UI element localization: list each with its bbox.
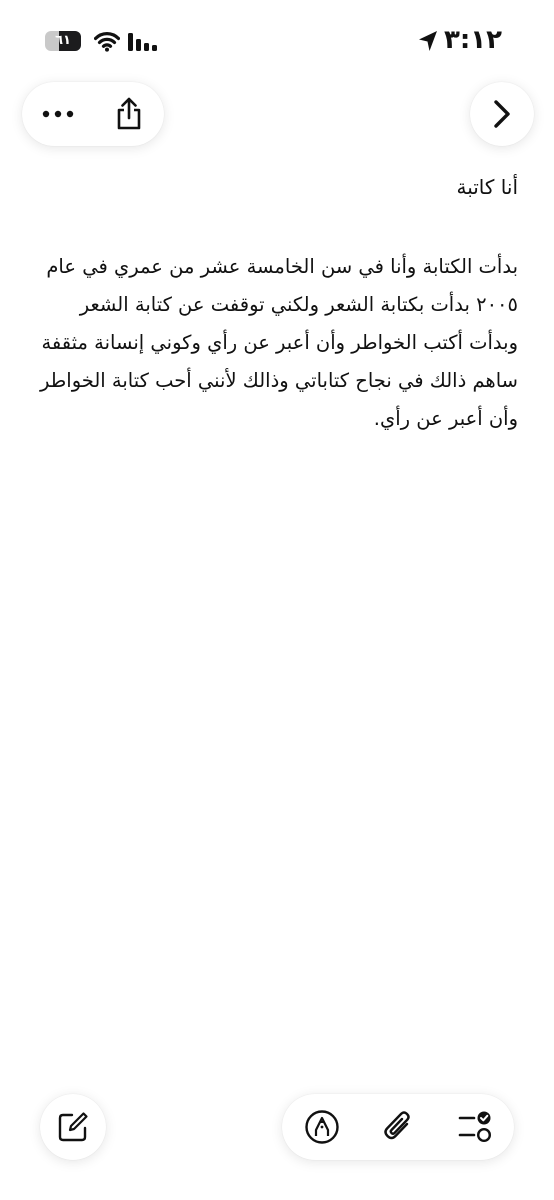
note-body[interactable]: بدأت الكتابة وأنا في سن الخامسة عشر من ع…: [28, 248, 518, 438]
status-time: ٣:١٢: [444, 25, 503, 55]
forward-button[interactable]: [470, 82, 534, 146]
markup-button[interactable]: [286, 1094, 358, 1160]
new-note-button[interactable]: [40, 1094, 106, 1160]
battery-level-label: ٦١: [55, 33, 71, 48]
checklist-button[interactable]: [438, 1094, 510, 1160]
status-bar: ٦١ ٣:١٢: [0, 0, 554, 84]
markup-pen-icon: [305, 1110, 339, 1144]
note-actions-toolbar: [22, 82, 164, 146]
compose-icon: [58, 1112, 88, 1142]
ellipsis-icon: [42, 110, 73, 118]
signal-icon: [128, 33, 157, 51]
more-options-button[interactable]: [22, 82, 93, 146]
chevron-right-icon: [494, 100, 510, 128]
share-icon: [117, 97, 140, 130]
location-arrow-icon: [419, 31, 437, 51]
editor-toolbar: [282, 1094, 514, 1160]
battery-icon: ٦١: [45, 31, 81, 51]
attach-button[interactable]: [362, 1094, 434, 1160]
note-title[interactable]: أنا كاتبة: [28, 170, 518, 204]
checklist-icon: [458, 1111, 492, 1143]
wifi-icon: [94, 32, 120, 52]
paperclip-icon: [384, 1111, 410, 1140]
share-button[interactable]: [93, 82, 164, 146]
